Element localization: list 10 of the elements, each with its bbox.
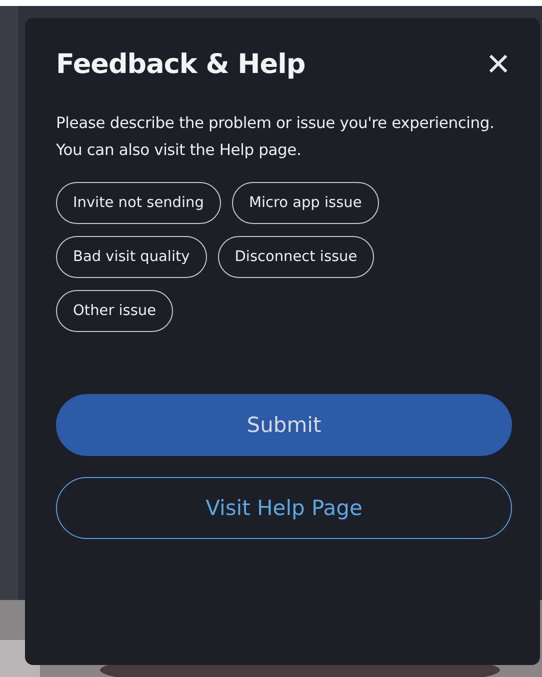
issue-chip[interactable]: Invite not sending (56, 182, 221, 224)
close-button[interactable]: × (484, 44, 512, 84)
issue-chip[interactable]: Other issue (56, 290, 174, 332)
description-text: Please describe the problem or issue you're experiencing. You can also visit the Help page. (56, 113, 496, 161)
dialog-title: Feedback & Help (56, 48, 306, 80)
issue-chip[interactable]: Disconnect issue (218, 236, 374, 278)
help-page-button[interactable]: Visit Help Page (56, 477, 512, 539)
issue-chip[interactable]: Micro app issue (232, 182, 379, 224)
issue-chip[interactable]: Bad visit quality (56, 236, 207, 278)
submit-button[interactable]: Submit (56, 394, 512, 456)
